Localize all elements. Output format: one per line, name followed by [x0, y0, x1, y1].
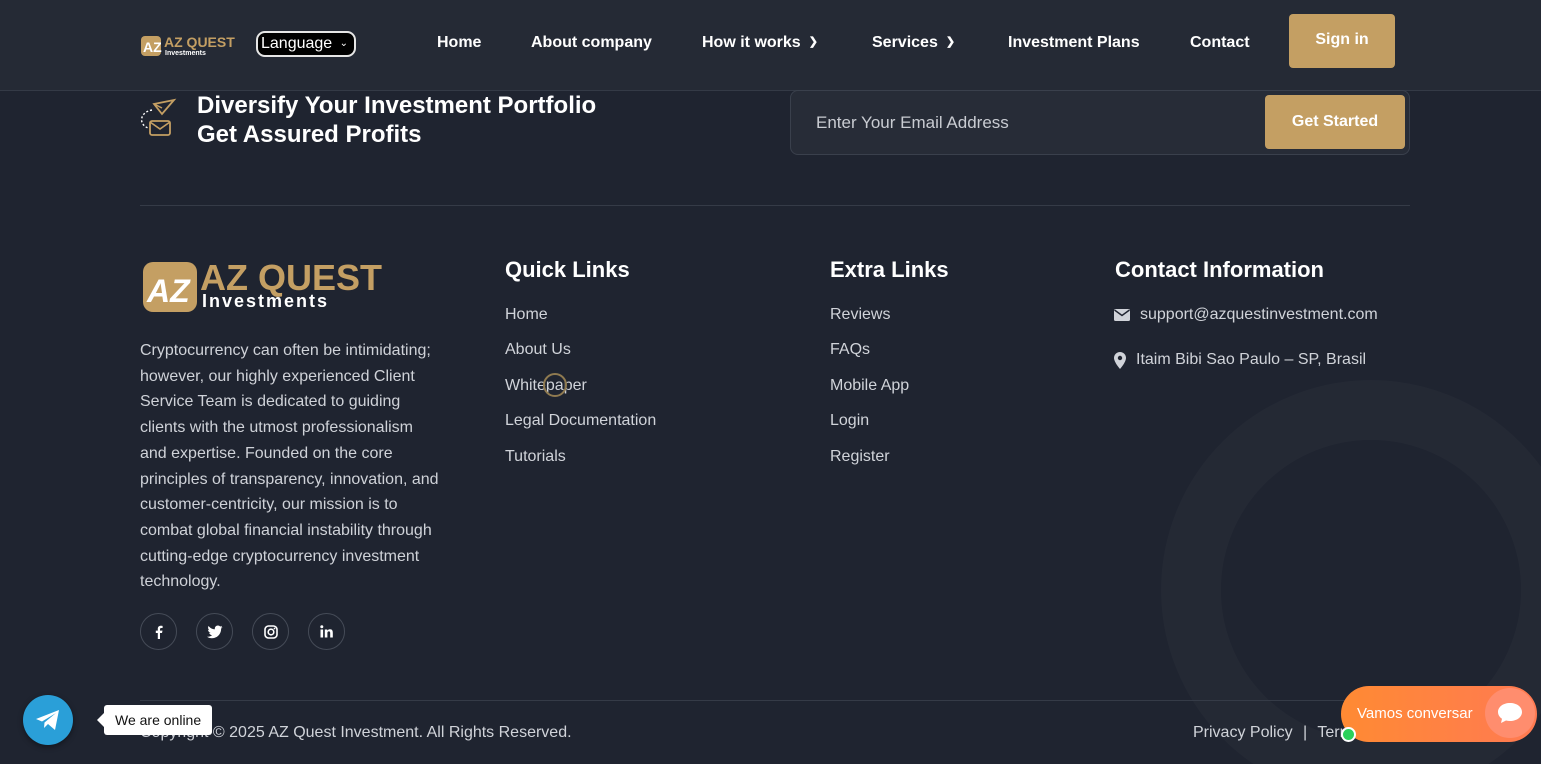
legal-links: Privacy Policy | Terms	[1193, 724, 1361, 742]
contact-address-row: Itaim Bibi Sao Paulo – SP, Brasil	[1114, 351, 1366, 369]
linkedin-icon[interactable]	[308, 613, 345, 650]
cursor-indicator	[543, 373, 567, 397]
footer-link-about-us[interactable]: About Us	[505, 341, 571, 359]
chevron-down-icon: ❯	[945, 36, 956, 48]
svg-text:Investments: Investments	[165, 50, 206, 57]
footer-link-login[interactable]: Login	[830, 412, 869, 430]
instagram-icon[interactable]	[252, 613, 289, 650]
language-select-label: Language	[261, 35, 333, 52]
telegram-icon	[36, 710, 59, 730]
svg-text:AZ QUEST: AZ QUEST	[164, 34, 235, 50]
newsletter-title: Diversify Your Investment Portfolio Get …	[197, 91, 677, 149]
map-pin-icon	[1114, 351, 1126, 369]
paper-plane-mail-icon	[141, 98, 177, 136]
newsletter-form: Enter Your Email Address Get Started	[790, 90, 1410, 155]
company-description: Cryptocurrency can often be intimidating…	[140, 342, 439, 591]
nav-home[interactable]: Home	[437, 34, 481, 56]
newsletter-title-line2: Get Assured Profits	[197, 121, 422, 148]
chat-widget-label: Vamos conversar	[1357, 705, 1473, 722]
email-input[interactable]: Enter Your Email Address	[816, 113, 1009, 133]
chat-bubble-icon[interactable]	[1485, 688, 1535, 738]
nav-how-it-works[interactable]: How it works ❯	[702, 34, 818, 56]
nav-investment-plans[interactable]: Investment Plans	[1008, 34, 1140, 56]
site-header: AZ AZ QUEST Investments Language ⌄ Home …	[0, 0, 1541, 91]
svg-text:AZ: AZ	[143, 39, 162, 55]
quick-links-title: Quick Links	[505, 257, 630, 282]
language-select[interactable]: Language ⌄	[256, 31, 356, 57]
contact-address: Itaim Bibi Sao Paulo – SP, Brasil	[1136, 351, 1367, 368]
footer-link-home[interactable]: Home	[505, 306, 548, 324]
nav-services[interactable]: Services ❯	[872, 34, 955, 56]
privacy-policy-link[interactable]: Privacy Policy	[1193, 724, 1293, 741]
envelope-icon	[1114, 309, 1130, 321]
sign-in-button[interactable]: Sign in	[1289, 14, 1395, 68]
legal-separator: |	[1303, 724, 1308, 741]
contact-email[interactable]: support@azquestinvestment.com	[1140, 306, 1378, 324]
footer-link-register[interactable]: Register	[830, 448, 890, 466]
contact-information-title: Contact Information	[1115, 257, 1324, 282]
newsletter-title-line1: Diversify Your Investment Portfolio	[197, 92, 597, 119]
extra-links-title: Extra Links	[830, 257, 949, 282]
svg-text:Investments: Investments	[202, 291, 329, 311]
footer-link-faqs[interactable]: FAQs	[830, 341, 870, 359]
footer-link-mobile-app[interactable]: Mobile App	[830, 377, 909, 395]
nav-contact[interactable]: Contact	[1190, 34, 1250, 56]
chevron-down-icon: ❯	[808, 36, 818, 48]
facebook-icon[interactable]	[140, 613, 177, 650]
chevron-down-icon: ⌄	[339, 38, 348, 49]
contact-email-row[interactable]: support@azquestinvestment.com	[1114, 306, 1378, 324]
footer-link-legal-documentation[interactable]: Legal Documentation	[505, 412, 656, 430]
online-status-tooltip: We are online	[96, 705, 213, 735]
twitter-icon[interactable]	[196, 613, 233, 650]
footer-link-tutorials[interactable]: Tutorials	[505, 448, 566, 466]
telegram-chat-button[interactable]	[23, 695, 73, 745]
svg-text:AZ: AZ	[146, 273, 191, 309]
footer-logo[interactable]: AZ AZ QUEST Investments	[140, 258, 390, 316]
divider	[140, 700, 1410, 701]
online-indicator	[1341, 727, 1356, 742]
get-started-button[interactable]: Get Started	[1265, 95, 1405, 149]
divider	[140, 205, 1410, 206]
nav-about-company[interactable]: About company	[531, 34, 652, 56]
header-logo[interactable]: AZ AZ QUEST Investments	[140, 33, 240, 57]
footer-link-reviews[interactable]: Reviews	[830, 306, 890, 324]
